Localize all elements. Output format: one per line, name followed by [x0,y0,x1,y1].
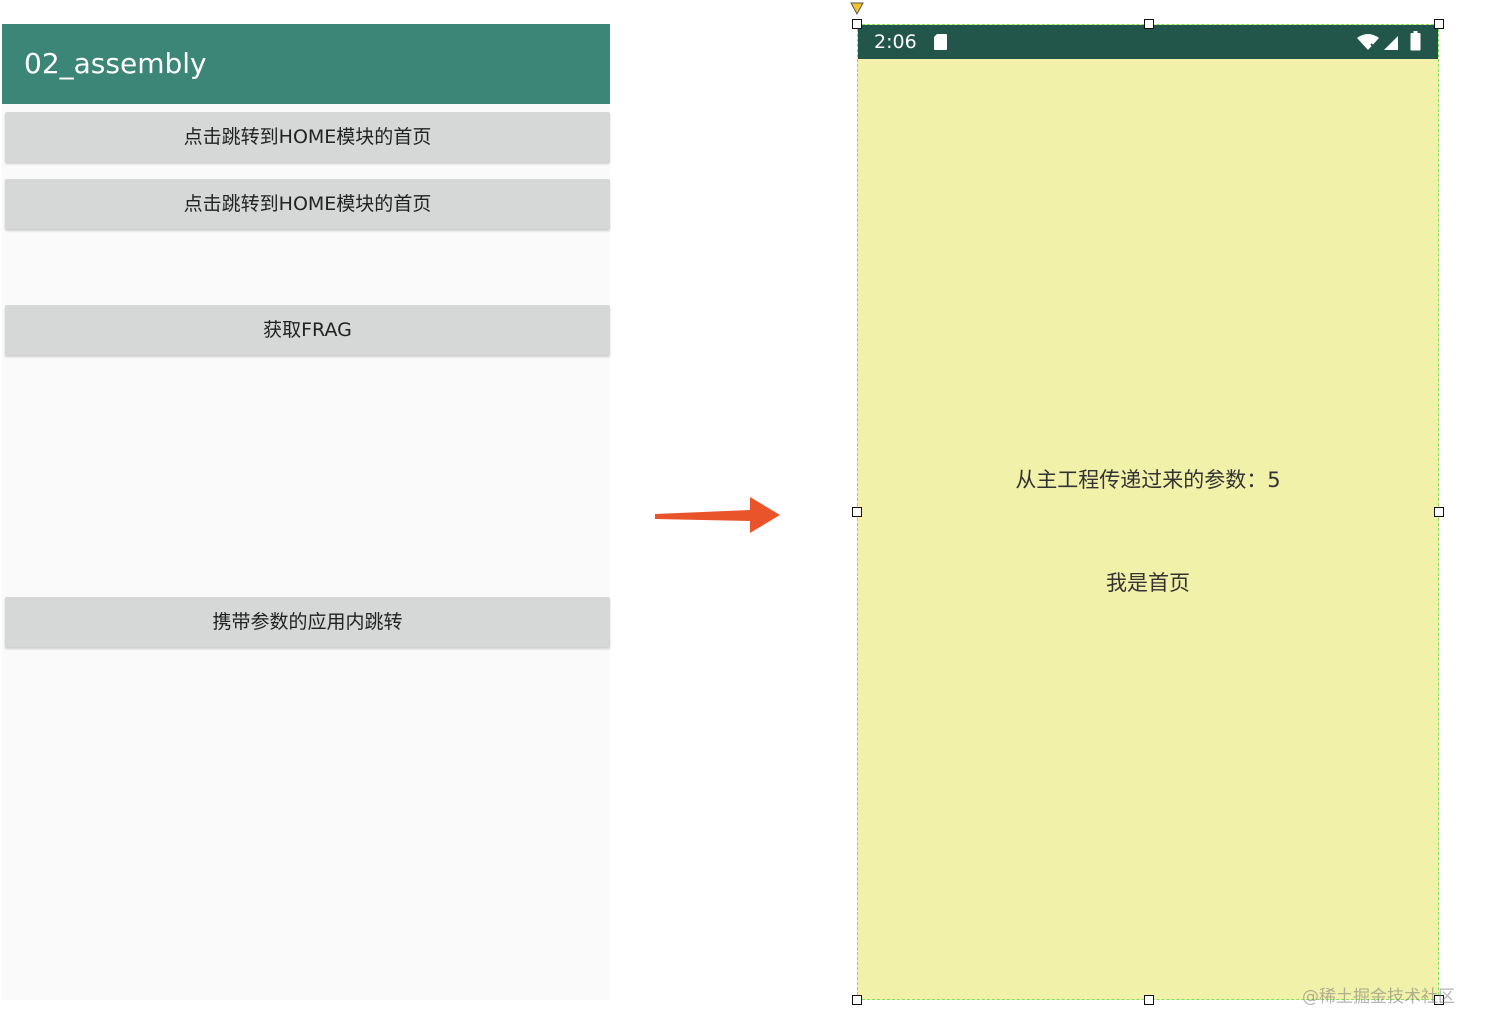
app-bar: 02_assembly [2,24,610,104]
jump-with-params-button[interactable]: 携带参数的应用内跳转 [5,597,610,647]
get-frag-button[interactable]: 获取FRAG [5,305,610,355]
signal-icon [1384,36,1398,50]
left-app-screen: 02_assembly 点击跳转到HOME模块的首页 点击跳转到HOME模块的首… [2,24,610,1000]
home-text: 我是首页 [1106,571,1190,595]
battery-icon [1410,31,1421,51]
param-text: 从主工程传递过来的参数：5 [1015,468,1281,492]
resize-handle-top-center[interactable] [1144,19,1154,29]
resize-handle-middle-right[interactable] [1434,507,1444,517]
status-bar: 2:06 [858,25,1438,59]
resize-handle-middle-left[interactable] [852,507,862,517]
resize-handle-bottom-left[interactable] [852,995,862,1005]
resize-handle-top-right[interactable] [1434,19,1444,29]
anchor-marker-icon [850,2,864,16]
right-arrow-icon [655,497,780,533]
status-time: 2:06 [874,31,917,53]
jump-home-button-1[interactable]: 点击跳转到HOME模块的首页 [5,112,610,162]
jump-home-button-2[interactable]: 点击跳转到HOME模块的首页 [5,179,610,229]
sd-card-icon [934,34,947,50]
resize-handle-top-left[interactable] [852,19,862,29]
watermark: @稀土掘金技术社区 [1302,987,1455,1007]
app-title: 02_assembly [24,47,207,80]
resize-handle-bottom-center[interactable] [1144,995,1154,1005]
device-preview: 2:06 从主工程传递过来的参数：5 我是首页 [857,24,1439,1000]
wifi-icon [1357,34,1379,51]
